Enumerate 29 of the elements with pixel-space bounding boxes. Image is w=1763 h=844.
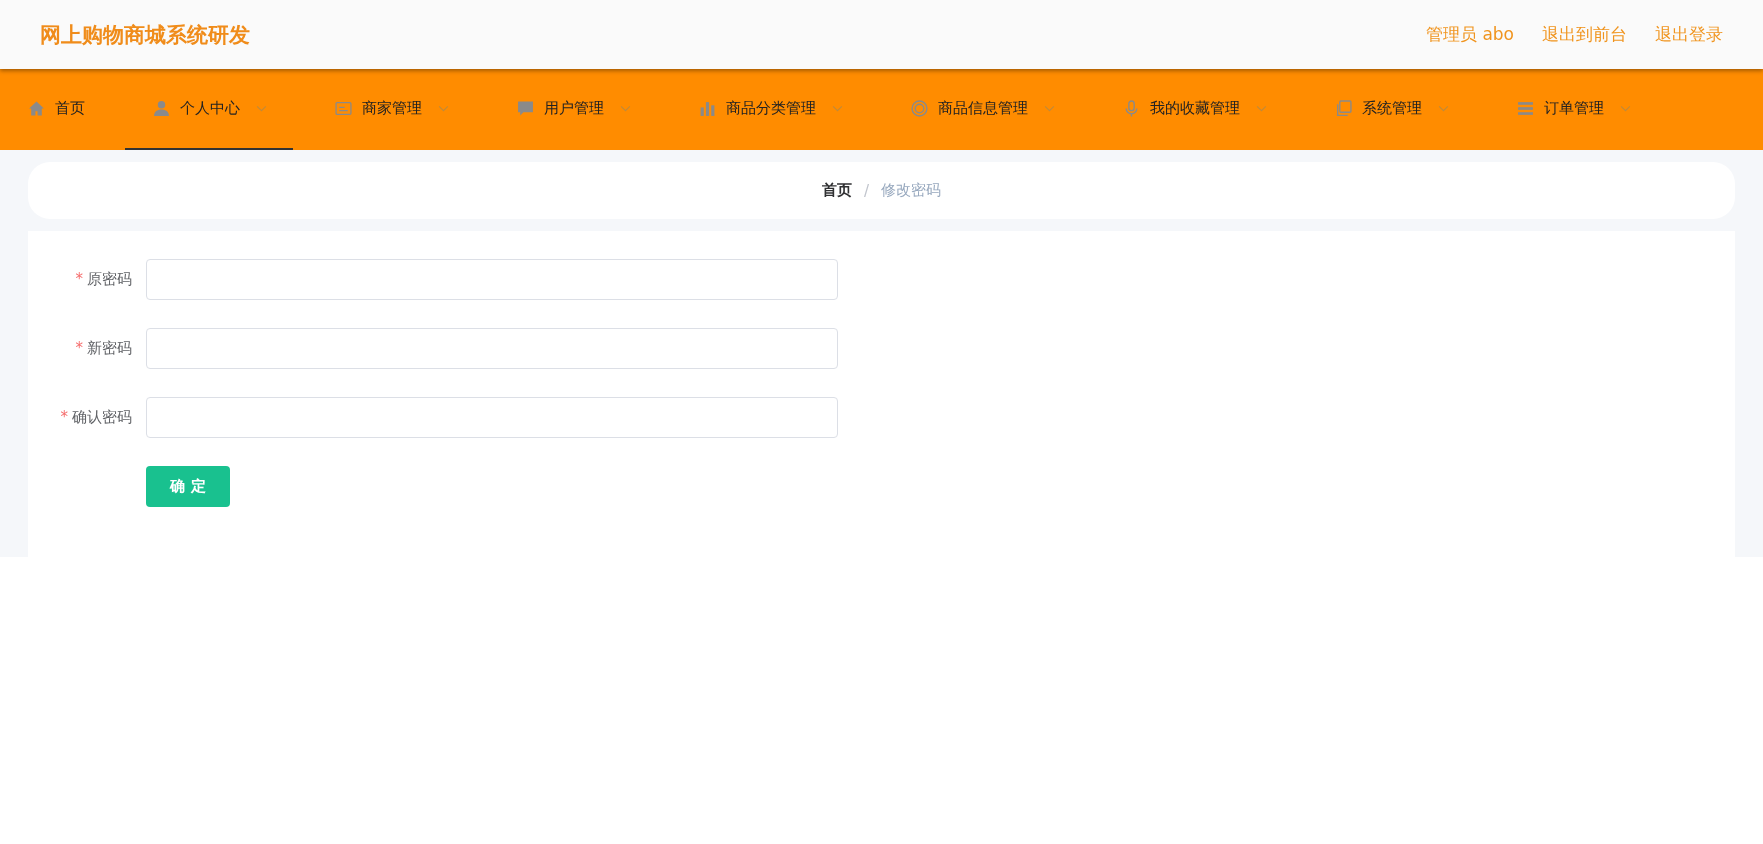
copy-icon <box>1335 100 1352 117</box>
nav-tab[interactable]: 我的收藏管理 <box>1095 69 1293 150</box>
home-icon <box>28 100 45 117</box>
nav-tab[interactable]: 商家管理 <box>307 69 475 150</box>
nav-tab[interactable]: 系统管理 <box>1307 69 1475 150</box>
ring-icon <box>911 100 928 117</box>
required-mark: * <box>75 339 83 358</box>
nav-tab[interactable]: 订单管理 <box>1489 69 1657 150</box>
required-mark: * <box>60 408 68 427</box>
card-icon <box>335 100 352 117</box>
nav-tab[interactable]: 商品分类管理 <box>671 69 869 150</box>
microphone-icon <box>1123 100 1140 117</box>
password-field[interactable] <box>146 397 838 438</box>
nav-tab[interactable]: 首页 <box>0 69 111 150</box>
required-mark: * <box>75 270 83 289</box>
list-icon <box>1517 100 1534 117</box>
breadcrumb-link[interactable]: 首页 <box>821 181 852 200</box>
chat-icon <box>517 100 534 117</box>
password-field[interactable] <box>146 328 838 369</box>
breadcrumb-separator: / <box>863 181 870 200</box>
password-field[interactable] <box>146 259 838 300</box>
bar-chart-icon <box>699 100 716 117</box>
nav-tab[interactable]: 商品信息管理 <box>883 69 1081 150</box>
field-label: 新密码 <box>87 339 132 358</box>
field-label: 确认密码 <box>72 408 132 427</box>
nav-tab[interactable]: 用户管理 <box>489 69 657 150</box>
field-label: 原密码 <box>87 270 132 289</box>
user-icon <box>153 100 170 117</box>
site-title: 网上购物商城系统研发 <box>40 21 250 49</box>
